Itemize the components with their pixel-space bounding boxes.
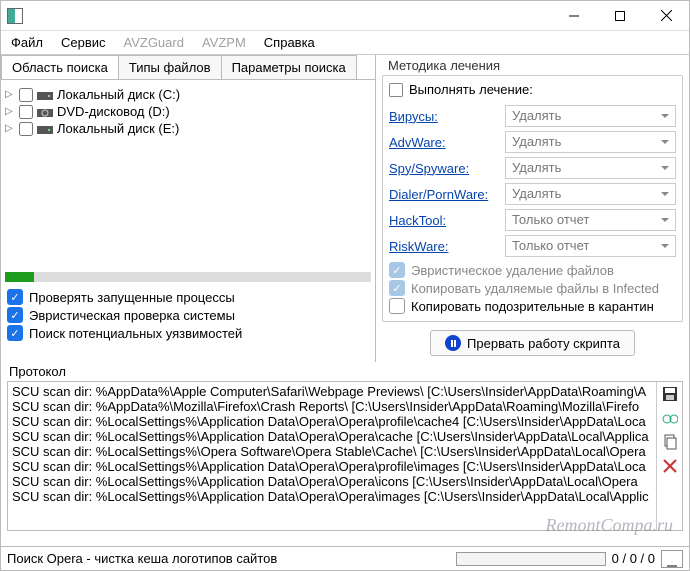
drive-label: Локальный диск (C:) bbox=[57, 87, 180, 102]
protocol-line: SCU scan dir: %LocalSettings%\Opera Soft… bbox=[12, 444, 652, 459]
perform-treatment-checkbox[interactable] bbox=[389, 83, 403, 97]
row-hacktool-select[interactable]: Только отчет bbox=[505, 209, 676, 231]
row-hacktool-label[interactable]: HackTool: bbox=[389, 213, 499, 228]
protocol-label: Протокол bbox=[1, 362, 689, 379]
row-dialer-label[interactable]: Dialer/PornWare: bbox=[389, 187, 499, 202]
check-copy-infected: ✓Копировать удаляемые файлы в Infected bbox=[389, 279, 676, 297]
menu-service[interactable]: Сервис bbox=[61, 35, 106, 50]
checkbox-disabled-icon: ✓ bbox=[389, 262, 405, 278]
protocol-line: SCU scan dir: %LocalSettings%\Applicatio… bbox=[12, 414, 652, 429]
protocol-line: SCU scan dir: %LocalSettings%\Applicatio… bbox=[12, 489, 652, 504]
expand-icon[interactable]: ▷ bbox=[5, 123, 15, 134]
pause-icon bbox=[445, 335, 461, 351]
protocol-line: SCU scan dir: %LocalSettings%\Applicatio… bbox=[12, 429, 652, 444]
tree-row[interactable]: ▷ DVD-дисковод (D:) bbox=[5, 103, 371, 120]
checkbox-on-icon: ✓ bbox=[7, 307, 23, 323]
tab-file-types[interactable]: Типы файлов bbox=[118, 55, 222, 79]
checkbox-on-icon: ✓ bbox=[7, 289, 23, 305]
check-vuln[interactable]: ✓Поиск потенциальных уязвимостей bbox=[7, 324, 369, 342]
stop-script-button[interactable]: Прервать работу скрипта bbox=[430, 330, 635, 356]
protocol-line: SCU scan dir: %LocalSettings%\Applicatio… bbox=[12, 459, 652, 474]
close-button[interactable] bbox=[643, 1, 689, 31]
left-panel: Область поиска Типы файлов Параметры пои… bbox=[1, 55, 376, 362]
row-spyware-select[interactable]: Удалять bbox=[505, 157, 676, 179]
hdd-icon bbox=[37, 88, 53, 102]
row-advware-label[interactable]: AdvWare: bbox=[389, 135, 499, 150]
menu-avzpm[interactable]: AVZPM bbox=[202, 35, 246, 50]
statusbar: Поиск Opera - чистка кеша логотипов сайт… bbox=[1, 546, 689, 570]
protocol-sidebar bbox=[656, 382, 682, 530]
protocol-line: SCU scan dir: %AppData%\Mozilla\Firefox\… bbox=[12, 399, 652, 414]
watermark: RemontCompa.ru bbox=[1, 515, 689, 536]
dvd-icon bbox=[37, 105, 53, 119]
row-virus-label[interactable]: Вирусы: bbox=[389, 109, 499, 124]
status-counts: 0 / 0 / 0 bbox=[612, 551, 655, 566]
row-dialer-select[interactable]: Удалять bbox=[505, 183, 676, 205]
clear-icon[interactable] bbox=[662, 458, 678, 474]
row-spyware-label[interactable]: Spy/Spyware: bbox=[389, 161, 499, 176]
tab-search-params[interactable]: Параметры поиска bbox=[221, 55, 357, 79]
menu-file[interactable]: Файл bbox=[11, 35, 43, 50]
checkbox-on-icon: ✓ bbox=[7, 325, 23, 341]
protocol-text[interactable]: SCU scan dir: %AppData%\Apple Computer\S… bbox=[8, 382, 656, 530]
menubar: Файл Сервис AVZGuard AVZPM Справка bbox=[1, 31, 689, 54]
perform-treatment-label: Выполнять лечение: bbox=[409, 82, 533, 97]
tree-row[interactable]: ▷ Локальный диск (E:) bbox=[5, 120, 371, 137]
protocol-line: SCU scan dir: %LocalSettings%\Applicatio… bbox=[12, 474, 652, 489]
treatment-title: Методика лечения bbox=[382, 55, 683, 73]
row-riskware-select[interactable]: Только отчет bbox=[505, 235, 676, 257]
row-riskware-label[interactable]: RiskWare: bbox=[389, 239, 499, 254]
drive-label: DVD-дисковод (D:) bbox=[57, 104, 170, 119]
row-advware-select[interactable]: Удалять bbox=[505, 131, 676, 153]
status-text: Поиск Opera - чистка кеша логотипов сайт… bbox=[7, 551, 277, 566]
scan-progress bbox=[5, 272, 371, 282]
checkbox-off-icon bbox=[389, 298, 405, 314]
glasses-icon[interactable] bbox=[662, 410, 678, 426]
drive-label: Локальный диск (E:) bbox=[57, 121, 179, 136]
hdd-icon bbox=[37, 122, 53, 136]
left-tabs: Область поиска Типы файлов Параметры пои… bbox=[1, 55, 375, 80]
check-copy-quarantine[interactable]: Копировать подозрительные в карантин bbox=[389, 297, 676, 315]
protocol-panel: SCU scan dir: %AppData%\Apple Computer\S… bbox=[7, 381, 683, 531]
status-minimize-button[interactable] bbox=[661, 550, 683, 568]
drive-checkbox[interactable] bbox=[19, 105, 33, 119]
status-progress bbox=[456, 552, 606, 566]
right-panel: Методика лечения Выполнять лечение: Виру… bbox=[376, 55, 689, 362]
checkbox-disabled-icon: ✓ bbox=[389, 280, 405, 296]
drive-checkbox[interactable] bbox=[19, 88, 33, 102]
minimize-button[interactable] bbox=[551, 1, 597, 31]
protocol-line: SCU scan dir: %AppData%\Apple Computer\S… bbox=[12, 384, 652, 399]
row-virus-select[interactable]: Удалять bbox=[505, 105, 676, 127]
menu-help[interactable]: Справка bbox=[264, 35, 315, 50]
copy-icon[interactable] bbox=[662, 434, 678, 450]
maximize-button[interactable] bbox=[597, 1, 643, 31]
check-proc[interactable]: ✓Проверять запущенные процессы bbox=[7, 288, 369, 306]
tree-row[interactable]: ▷ Локальный диск (C:) bbox=[5, 86, 371, 103]
expand-icon[interactable]: ▷ bbox=[5, 89, 15, 100]
check-heur[interactable]: ✓Эвристическая проверка системы bbox=[7, 306, 369, 324]
tab-scan-area[interactable]: Область поиска bbox=[1, 55, 119, 79]
save-icon[interactable] bbox=[662, 386, 678, 402]
expand-icon[interactable]: ▷ bbox=[5, 106, 15, 117]
drive-tree[interactable]: ▷ Локальный диск (C:) ▷ DVD-дисковод (D:… bbox=[1, 80, 375, 270]
app-icon bbox=[7, 8, 23, 24]
drive-checkbox[interactable] bbox=[19, 122, 33, 136]
menu-avzguard[interactable]: AVZGuard bbox=[124, 35, 184, 50]
check-heur-delete: ✓Эвристическое удаление файлов bbox=[389, 261, 676, 279]
titlebar bbox=[1, 1, 689, 31]
